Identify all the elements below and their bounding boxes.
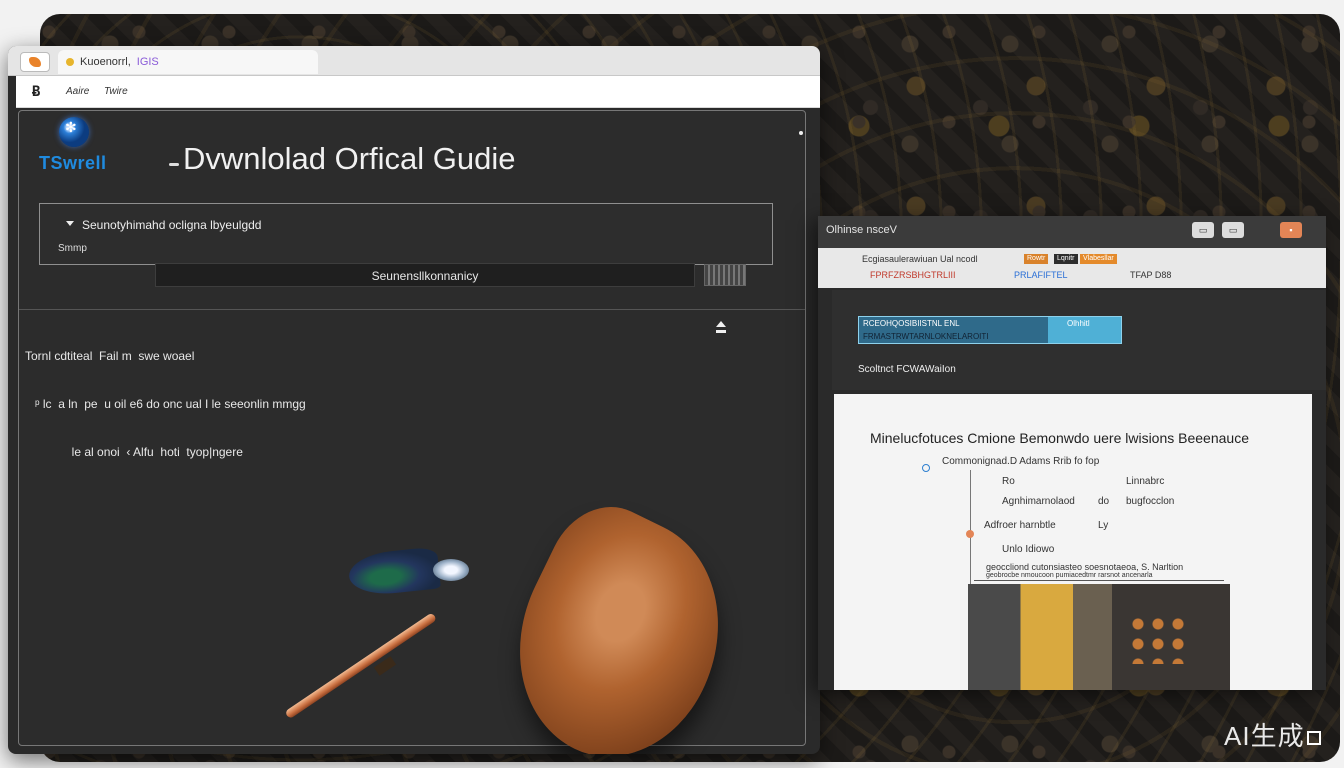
progress-line-2: FRMASTRWTARNLOKNELAROITI (863, 332, 989, 341)
watermark-text: AI生成 (1224, 721, 1305, 751)
gem-stone-image (433, 559, 469, 581)
toolbar-badge[interactable]: Vlabesllar (1080, 254, 1117, 264)
chevron-down-icon[interactable] (66, 221, 74, 226)
download-icon[interactable] (713, 319, 729, 335)
doc-line: geoccliond cutonsiasteo soesnotaeoa, S. … (986, 562, 1184, 572)
doc-line: Ro (1002, 476, 1015, 487)
description: Tornl cdtiteal Fail m swe woael ᵖ lc a l… (25, 316, 385, 492)
toolbar-right-label: TFAP D88 (1130, 270, 1172, 280)
globe-icon (59, 117, 89, 147)
select-value: Seunotyhimahd ocligna lbyeulgdd (82, 218, 262, 232)
page-title: Dvwnlolad Orfical Gudie (183, 141, 516, 176)
doc-line: Unlo Idiowo (1002, 544, 1055, 555)
section-label: Scoltnct FCWAWaiIon (858, 364, 956, 375)
doc-line: Adfroer harnbtle (984, 520, 1056, 531)
doc-line: Agnhimarnolaod (1002, 496, 1075, 507)
tab-extra: IGIS (136, 56, 159, 68)
main-browser-window: Kuoenorrl, IGIS Ƀ Aaire Twire TSwrell Dv… (8, 46, 820, 754)
toolbar-badge[interactable]: Rowtr (1024, 254, 1049, 264)
toolbar-badge[interactable]: Lqnitr (1054, 254, 1078, 264)
divider (19, 309, 805, 310)
tab-bar: Kuoenorrl, IGIS (8, 46, 820, 76)
maximize-button[interactable]: ▭ (1222, 222, 1244, 238)
pen-image (284, 612, 438, 720)
guide-select[interactable]: Seunotyhimahd ocligna lbyeulgdd Smmp (39, 203, 773, 265)
doc-line: Commonignad.D Adams Rrib fo fop (942, 456, 1100, 467)
menu-item-2[interactable]: Twire (104, 86, 128, 97)
side-titlebar: Olhinse nsceV ▭ ▭ ▪ (818, 216, 1326, 248)
description-line: ᵖ lc a ln pe u oil e6 do onc ual I le se… (25, 397, 306, 411)
page-content: TSwrell Dvwnlolad Orfical Gudie Seunotyh… (18, 110, 806, 754)
summary-button[interactable]: Seunensllkonnanicy (155, 263, 695, 287)
progress-line-extra: Olhhitl (1067, 319, 1090, 328)
secondary-window: Olhinse nsceV ▭ ▭ ▪ Ecgiasaulerawiuan Ua… (818, 216, 1326, 690)
tab-active[interactable]: Kuoenorrl, IGIS (58, 50, 318, 74)
doc-line: geobrocbe nmoucoon pumiacedtmr rarsnot a… (986, 572, 1153, 579)
menu-item-1[interactable]: Aaire (66, 86, 89, 97)
close-button[interactable]: ▪ (1280, 222, 1302, 238)
side-subpanel: RCEOHQOSIBIISTNL ENL Olhhitl FRMASTRWTAR… (832, 290, 1326, 390)
doc-line: Linnabrc (1126, 476, 1165, 487)
toolbar-row-2: FPRFZRSBHGTRLIII (870, 270, 956, 280)
progress-bar: RCEOHQOSIBIISTNL ENL Olhhitl FRMASTRWTAR… (858, 316, 1122, 344)
document-panel: Minelucfotuces Cmione Bemonwdo uere lwis… (834, 394, 1312, 690)
description-line: Tornl cdtiteal Fail m swe woael (25, 349, 195, 363)
doc-line: bugfocclon (1126, 496, 1175, 507)
title-separator (169, 163, 179, 166)
doc-title: Minelucfotuces Cmione Bemonwdo uere lwis… (870, 430, 1249, 446)
thumbnail-image[interactable] (704, 264, 746, 286)
progress-line: RCEOHQOSIBIISTNL ENL (863, 319, 960, 328)
doc-rule (974, 580, 1224, 581)
summary-label: Seunensllkonnanicy (371, 269, 479, 283)
app-icon[interactable] (20, 52, 50, 72)
pin-icon (922, 464, 930, 472)
side-toolbar: Ecgiasaulerawiuan Ual ncodl Rowtr Lqnitr… (818, 248, 1326, 288)
watermark: AI生成 (1224, 716, 1321, 753)
equipment-image (968, 584, 1230, 690)
gem-image (347, 546, 441, 598)
doc-line: Ly (1098, 520, 1109, 531)
select-subtext: Smmp (58, 243, 87, 254)
favicon-icon (66, 58, 74, 66)
pin-icon (966, 530, 974, 538)
toolbar-row-2-extra: PRLAFIFTEL (1014, 270, 1068, 280)
minimize-button[interactable]: ▭ (1192, 222, 1214, 238)
description-line: le al onoi ‹ Alfu hoti tyop|ngere (25, 445, 243, 459)
leather-pouch-image (478, 488, 760, 754)
side-window-title: Olhinse nsceV (826, 224, 897, 236)
toolbar-row: Ecgiasaulerawiuan Ual ncodl (862, 254, 978, 264)
menu-logo[interactable]: Ƀ (32, 84, 40, 100)
menu-bar: Ƀ Aaire Twire (16, 76, 820, 108)
dot-icon (799, 131, 803, 135)
tab-title: Kuoenorrl, (80, 56, 131, 68)
brand-logo[interactable]: TSwrell (39, 153, 107, 174)
watermark-box-icon (1306, 731, 1321, 746)
doc-line: do (1098, 496, 1110, 507)
